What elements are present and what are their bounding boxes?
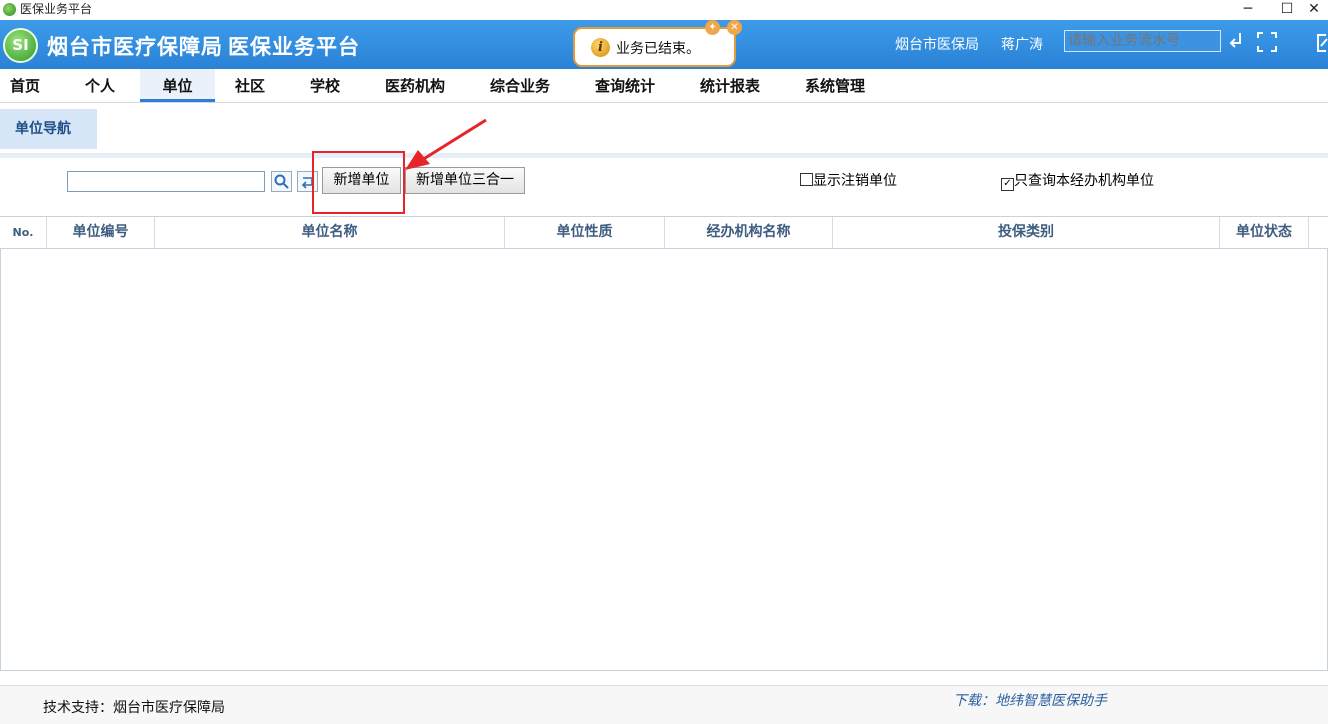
search-icon[interactable] [271,171,292,192]
menu-query-stats[interactable]: 查询统计 [585,69,665,102]
close-toast-icon[interactable]: ✕ [727,20,742,35]
minimize-button[interactable]: ─ [1228,0,1268,20]
return-icon[interactable] [1228,29,1244,56]
external-icon[interactable] [1316,33,1328,58]
close-window-button[interactable]: ✕ [1300,0,1328,20]
menu-personal[interactable]: 个人 [70,69,130,102]
business-serial-search-input[interactable] [1064,30,1221,52]
window-title-bar: 医保业务平台 ─ ☐ ✕ [0,0,1328,20]
table-header: No. 单位编号 单位名称 单位性质 经办机构名称 投保类别 单位状态 [0,216,1328,249]
current-user[interactable]: 蒋广涛 [1001,34,1043,54]
col-no[interactable]: No. [0,217,47,248]
app-title: 医保业务平台 [228,35,360,59]
show-cancelled-label: 显示注销单位 [813,173,897,189]
menu-community[interactable]: 社区 [220,69,280,102]
separator [0,153,1328,158]
col-agency-name[interactable]: 经办机构名称 [665,217,833,248]
org-title: 烟台市医疗保障局 [47,35,223,59]
current-org[interactable]: 烟台市医保局 [895,34,979,54]
only-this-agency-checkbox[interactable]: ✓ 只查询本经办机构单位 [1001,173,1154,191]
menu-medical-institutions[interactable]: 医药机构 [375,69,455,102]
info-icon: i [591,38,610,57]
show-cancelled-units-checkbox[interactable]: 显示注销单位 [800,173,897,189]
si-logo: SI [3,28,38,63]
table-body [0,249,1328,671]
download-link[interactable]: 下载：地纬智慧医保助手 [953,690,1107,710]
col-insurance-type[interactable]: 投保类别 [833,217,1220,248]
col-unit-nature[interactable]: 单位性质 [505,217,665,248]
annotation-highlight-box [312,151,405,214]
app-icon [3,3,16,16]
only-this-agency-label: 只查询本经办机构单位 [1014,173,1154,189]
menu-school[interactable]: 学校 [295,69,355,102]
menu-system-admin[interactable]: 系统管理 [795,69,875,102]
menu-home[interactable]: 首页 [0,69,50,102]
toast-message: 业务已结束。 [616,41,700,57]
tech-support-text: 技术支持：烟台市医疗保障局 [43,700,225,716]
fullscreen-icon[interactable] [1256,31,1278,58]
menu-unit[interactable]: 单位 [140,69,215,102]
window-title: 医保业务平台 [20,2,93,16]
unit-keyword-input[interactable] [67,171,265,192]
menu-comprehensive[interactable]: 综合业务 [480,69,560,102]
menu-stat-reports[interactable]: 统计报表 [690,69,770,102]
col-unit-name[interactable]: 单位名称 [155,217,505,248]
col-unit-code[interactable]: 单位编号 [47,217,155,248]
unit-navigation-tab[interactable]: 单位导航 [0,109,97,149]
pin-icon[interactable]: ✦ [705,20,720,35]
checkbox-checked-icon[interactable]: ✓ [1001,178,1014,191]
main-menu: 首页 个人 单位 社区 学校 医药机构 综合业务 查询统计 统计报表 系统管理 [0,69,1328,103]
checkbox-unchecked-icon[interactable] [800,173,813,186]
footer: 技术支持：烟台市医疗保障局 下载：地纬智慧医保助手 [0,685,1328,724]
annotation-arrow-icon [405,118,487,170]
col-unit-status[interactable]: 单位状态 [1220,217,1309,248]
